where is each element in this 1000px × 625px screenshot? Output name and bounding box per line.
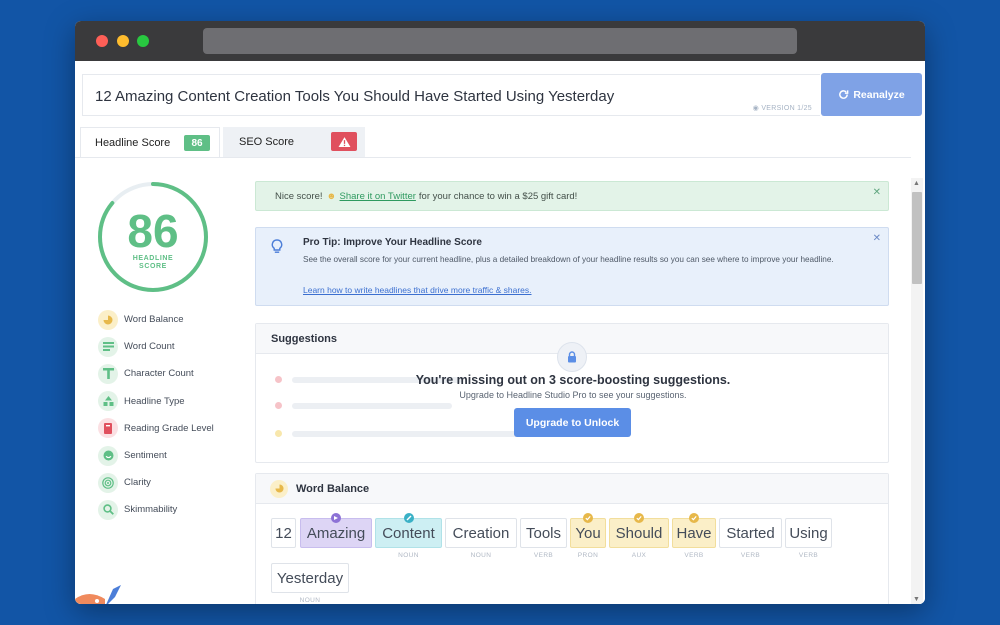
headline-score-value: 86 (127, 205, 179, 257)
word-chip[interactable]: Content NOUN (375, 513, 442, 559)
vertical-scrollbar[interactable]: ▲ ▼ (911, 178, 923, 604)
award-icon: ☻ (326, 190, 337, 202)
window-chrome (75, 21, 925, 61)
lines-icon (98, 336, 118, 357)
word-chip[interactable]: Started VERB (719, 518, 782, 559)
check-icon (689, 513, 699, 523)
sidebar-item-skimmability[interactable]: Skimmability (98, 496, 248, 523)
suggestions-card: Suggestions You're missing out on 3 scor… (255, 323, 889, 463)
check-icon (634, 513, 644, 523)
target-icon (98, 472, 118, 493)
browser-window: 12 Amazing Content Creation Tools You Sh… (75, 21, 925, 604)
share-banner: Nice score! ☻ Share it on Twitter for yo… (255, 181, 889, 211)
blurred-line (292, 403, 452, 409)
close-icon[interactable]: ✕ (873, 187, 881, 198)
lock-badge (557, 342, 587, 372)
brand-logo-icon (75, 585, 121, 604)
tab-seo-score[interactable]: SEO Score (223, 127, 365, 157)
address-bar[interactable] (203, 28, 797, 54)
lock-icon (568, 351, 576, 363)
upgrade-to-unlock-button[interactable]: Upgrade to Unlock (514, 408, 631, 437)
smile-icon (98, 445, 118, 466)
reanalyze-button[interactable]: Reanalyze (821, 73, 922, 116)
sidebar-item-sentiment[interactable]: Sentiment (98, 442, 248, 469)
blurred-line (292, 431, 517, 437)
pro-tip-body: See the overall score for your current h… (303, 255, 834, 264)
version-indicator[interactable]: ◉ VERSION 1/25 (753, 104, 812, 112)
pie-icon (270, 479, 288, 498)
refresh-icon (839, 90, 849, 99)
page-content: 12 Amazing Content Creation Tools You Sh… (75, 61, 925, 604)
word-chip[interactable]: You PRON (570, 513, 606, 559)
letter-t-icon (98, 363, 118, 384)
share-twitter-link[interactable]: Share it on Twitter (340, 191, 416, 202)
word-chip[interactable]: Should AUX (609, 513, 669, 559)
power-icon (403, 513, 414, 523)
magnifier-icon (98, 499, 118, 520)
lightbulb-icon (271, 239, 283, 253)
sidebar-item-word-balance[interactable]: Word Balance (98, 306, 248, 333)
scrollbar-thumb[interactable] (912, 192, 922, 284)
blurred-bullet (275, 430, 282, 437)
sidebar-item-reading-grade-level[interactable]: Reading Grade Level (98, 415, 248, 442)
check-icon (583, 513, 593, 523)
sidebar-item-word-count[interactable]: Word Count (98, 333, 248, 360)
sidebar-item-clarity[interactable]: Clarity (98, 469, 248, 496)
headline-score-label: HEADLINE SCORE (132, 255, 174, 270)
word-balance-card: Word Balance 12 Amazing Content NOUN Cre… (255, 473, 889, 604)
scroll-down-icon[interactable]: ▼ (913, 596, 920, 603)
word-chip[interactable]: Yesterday NOUN (271, 563, 349, 604)
word-balance-header: Word Balance (256, 474, 888, 504)
minimize-window-button[interactable] (117, 35, 129, 47)
word-chip[interactable]: Amazing (300, 513, 372, 548)
word-chip[interactable]: Tools VERB (520, 518, 567, 559)
tab-divider (75, 157, 911, 158)
maximize-window-button[interactable] (137, 35, 149, 47)
word-chip[interactable]: 12 (271, 518, 296, 548)
headline-score-badge: 86 (184, 135, 210, 151)
warning-badge (331, 132, 357, 151)
word-chip[interactable]: Using VERB (785, 518, 832, 559)
scroll-up-icon[interactable]: ▲ (913, 180, 920, 187)
pro-tip-link[interactable]: Learn how to write headlines that drive … (303, 285, 532, 295)
word-chip[interactable]: Have VERB (672, 513, 716, 559)
eye-icon: ◉ (752, 105, 762, 112)
emotion-icon (331, 513, 341, 523)
word-balance-title: Word Balance (296, 482, 370, 495)
word-chip[interactable]: Creation NOUN (445, 518, 517, 559)
pro-tip-panel: Pro Tip: Improve Your Headline Score See… (255, 227, 889, 306)
upsell-subtitle: Upgrade to Headline Studio Pro to see yo… (459, 390, 687, 400)
upsell-title: You're missing out on 3 score-boosting s… (415, 373, 731, 387)
warning-icon (338, 136, 350, 147)
shapes-icon (98, 391, 118, 412)
sidebar-item-headline-type[interactable]: Headline Type (98, 388, 248, 415)
book-icon (98, 418, 118, 439)
pro-tip-title: Pro Tip: Improve Your Headline Score (303, 237, 482, 248)
headline-text[interactable]: 12 Amazing Content Creation Tools You Sh… (95, 88, 614, 105)
blurred-bullet (275, 402, 282, 409)
close-icon[interactable]: ✕ (873, 233, 881, 244)
score-sidebar: Word Balance Word Count Character Count … (98, 306, 248, 524)
tab-headline-score[interactable]: Headline Score 86 (80, 127, 220, 157)
close-window-button[interactable] (96, 35, 108, 47)
sidebar-item-character-count[interactable]: Character Count (98, 360, 248, 387)
headline-input[interactable]: 12 Amazing Content Creation Tools You Sh… (82, 74, 820, 116)
pie-icon (98, 309, 118, 330)
